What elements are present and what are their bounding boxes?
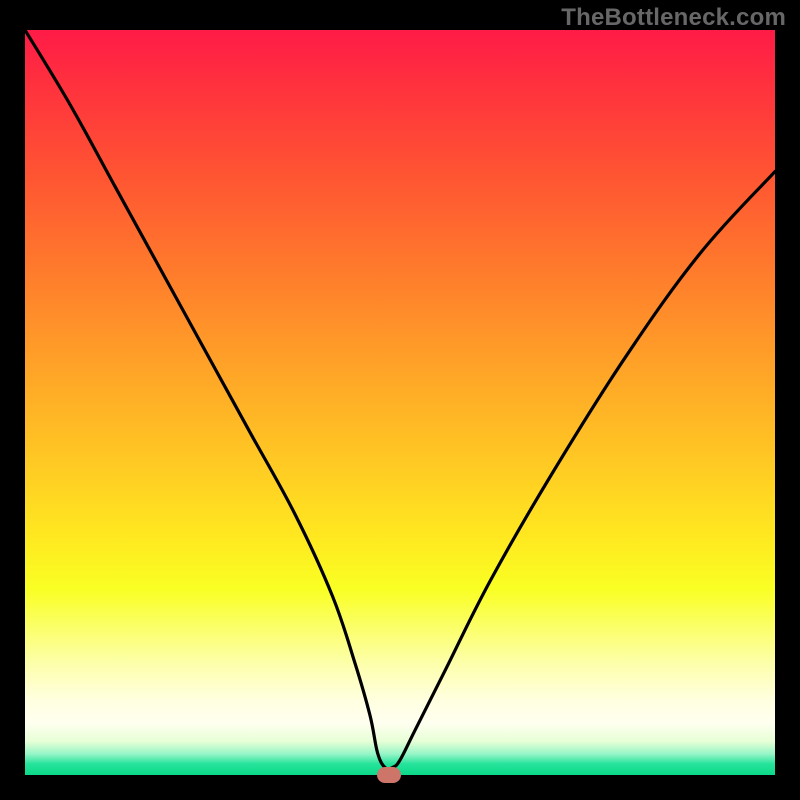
bottleneck-curve bbox=[25, 30, 775, 775]
plot-area bbox=[25, 30, 775, 775]
minimum-marker bbox=[377, 767, 401, 783]
chart-canvas: TheBottleneck.com bbox=[0, 0, 800, 800]
watermark-text: TheBottleneck.com bbox=[561, 4, 786, 32]
